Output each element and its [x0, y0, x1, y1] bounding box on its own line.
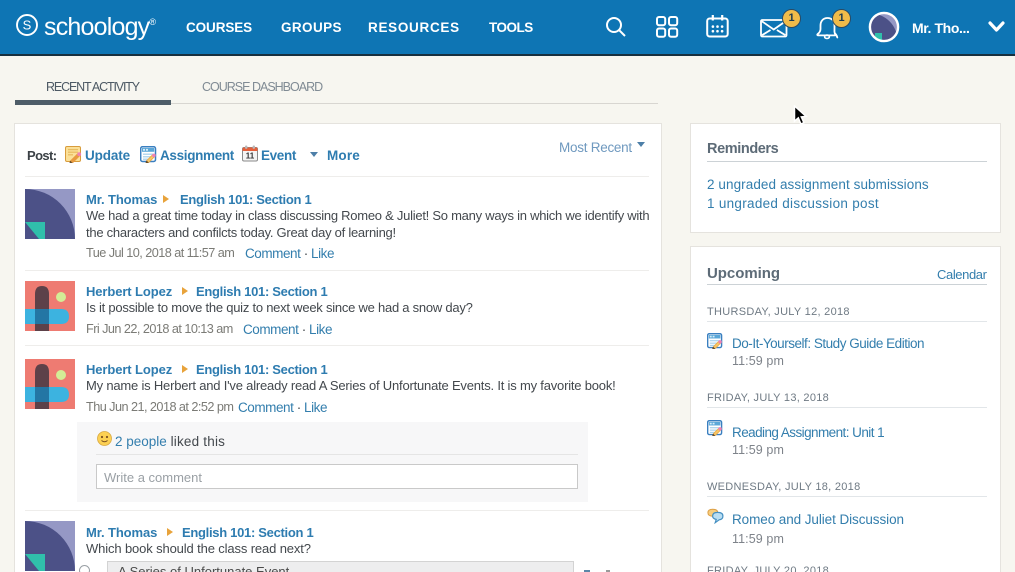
svg-text:11: 11	[246, 152, 255, 161]
svg-text:S: S	[23, 18, 32, 33]
